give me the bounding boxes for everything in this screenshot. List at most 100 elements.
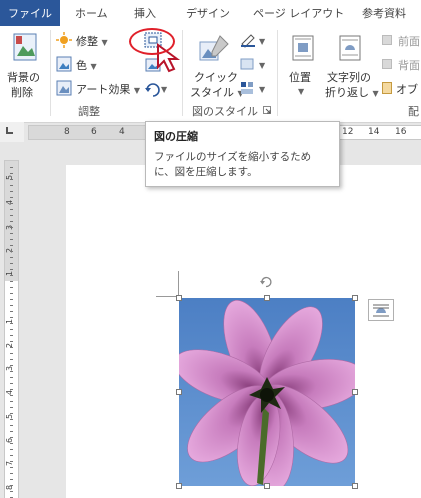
resize-handle[interactable] — [264, 295, 270, 301]
remove-background-label-2: 削除 — [11, 86, 33, 99]
ruler-tick — [10, 203, 13, 204]
resize-handle[interactable] — [264, 483, 270, 489]
ruler-tick — [10, 491, 13, 492]
ruler-tick — [10, 323, 13, 324]
quick-styles-button[interactable]: クイック スタイル ▼ — [186, 30, 244, 100]
bring-forward-label: 前面 — [398, 35, 420, 48]
svg-text:▼: ▼ — [161, 85, 168, 94]
group-arrange-label: 配 — [408, 105, 419, 118]
ruler-tick — [10, 317, 13, 318]
ruler-tick — [10, 287, 13, 288]
ruler-tick — [10, 353, 13, 354]
send-backward-button[interactable]: 背面 — [382, 56, 421, 74]
tab-selector[interactable] — [0, 122, 24, 142]
ruler-tick — [10, 341, 13, 342]
highlight-circle — [129, 28, 175, 55]
group-adjust-label: 調整 — [78, 105, 100, 118]
bring-forward-icon — [382, 35, 392, 45]
ruler-tick — [10, 407, 13, 408]
ruler-tick — [10, 425, 13, 426]
svg-text:▼: ▼ — [259, 37, 266, 46]
reset-picture-icon[interactable]: ▼ — [143, 80, 171, 98]
ruler-tick — [10, 461, 13, 462]
resize-handle[interactable] — [176, 389, 182, 395]
tab-home[interactable]: ホーム — [75, 0, 108, 26]
ruler-tick — [10, 179, 13, 180]
group-picture-styles-label: 図のスタイル — [192, 105, 258, 118]
ruler-tick — [10, 479, 13, 480]
tab-insert[interactable]: 挿入 — [134, 0, 156, 26]
resize-handle[interactable] — [176, 295, 182, 301]
position-button[interactable]: 位置 ▼ — [283, 30, 323, 100]
remove-background-button[interactable]: 背景の 削除 — [0, 26, 50, 100]
ruler-tick — [10, 275, 13, 276]
ruler-tick — [10, 269, 13, 270]
svg-text:▼: ▼ — [259, 61, 266, 70]
tab-page-layout[interactable]: ページ レイアウト — [253, 0, 344, 26]
artistic-effects-icon — [56, 80, 72, 96]
ruler-number: 8 — [64, 127, 70, 137]
ruler-tick — [10, 359, 13, 360]
tab-design[interactable]: デザイン — [186, 0, 230, 26]
tab-file[interactable]: ファイル — [0, 0, 60, 26]
ruler-tick — [10, 377, 13, 378]
picture-layout-icon[interactable]: ▼ — [239, 80, 269, 96]
ruler-tick — [10, 245, 13, 246]
bring-forward-button[interactable]: 前面 — [382, 32, 421, 50]
flower-picture[interactable] — [179, 298, 355, 486]
ruler-tick — [10, 233, 13, 234]
ruler-tick — [10, 449, 13, 450]
svg-text:▼: ▼ — [259, 85, 266, 94]
ruler-tick — [10, 473, 13, 474]
wrap-text-label-2: 折り返し — [325, 86, 369, 99]
tab-stop-icon — [6, 127, 13, 134]
ribbon-panel: 背景の 削除 修整 ▼ 色 ▼ アート効果 ▼ ▼ 調整 クイック スタイル ▼… — [0, 26, 421, 123]
ruler-tick — [10, 257, 13, 258]
ruler-tick — [10, 191, 13, 192]
wrap-text-label-1: 文字列の — [327, 71, 371, 84]
color-button[interactable]: 色 ▼ — [56, 56, 116, 74]
vertical-ruler[interactable]: 5 4 3 2 1 1 2 3 4 5 6 7 8 — [4, 160, 19, 498]
resize-handle[interactable] — [352, 295, 358, 301]
ruler-tick — [10, 419, 13, 420]
ruler-tick — [10, 329, 13, 330]
ruler-tick — [10, 281, 13, 282]
corrections-label: 修整 — [76, 35, 98, 48]
compress-pictures-tooltip: 図の圧縮 ファイルのサイズを縮小するために、図を圧縮します。 — [145, 121, 340, 187]
ruler-tick — [10, 485, 13, 486]
ruler-number: 16 — [395, 127, 407, 137]
ruler-tick — [10, 251, 13, 252]
ruler-tick — [10, 209, 13, 210]
ruler-tick — [10, 437, 13, 438]
ruler-tick — [10, 167, 13, 168]
ruler-number: 12 — [342, 127, 354, 137]
picture-effects-icon[interactable]: ▼ — [239, 56, 269, 72]
layout-options-button[interactable] — [368, 299, 394, 321]
ruler-tick — [10, 239, 13, 240]
tab-references[interactable]: 参考資料 — [362, 0, 406, 26]
layout-options-icon — [373, 304, 389, 317]
rotate-handle-icon[interactable] — [259, 275, 273, 289]
ruler-tick — [10, 197, 13, 198]
artistic-effects-button[interactable]: アート効果 ▼ — [56, 80, 140, 98]
chevron-down-icon: ▼ — [133, 86, 140, 95]
selection-pane-button[interactable]: オブ — [382, 80, 421, 98]
position-icon — [292, 35, 314, 61]
resize-handle[interactable] — [352, 483, 358, 489]
sun-icon — [56, 32, 72, 48]
margin-guide — [156, 296, 178, 297]
resize-handle[interactable] — [352, 389, 358, 395]
ruler-number: 4 — [119, 127, 125, 137]
resize-handle[interactable] — [176, 483, 182, 489]
remove-background-label-1: 背景の — [7, 71, 40, 84]
dialog-launcher-icon[interactable] — [263, 106, 272, 115]
ruler-tick — [10, 299, 13, 300]
divider — [50, 30, 51, 116]
corrections-button[interactable]: 修整 ▼ — [56, 32, 126, 50]
ruler-tick — [10, 347, 13, 348]
ruler-tick — [10, 221, 13, 222]
wrap-text-button[interactable]: 文字列の 折り返し ▼ — [322, 30, 379, 100]
ruler-tick — [10, 227, 13, 228]
picture-border-icon[interactable]: ▼ — [239, 32, 269, 48]
selection-pane-label: オブ — [396, 83, 418, 96]
